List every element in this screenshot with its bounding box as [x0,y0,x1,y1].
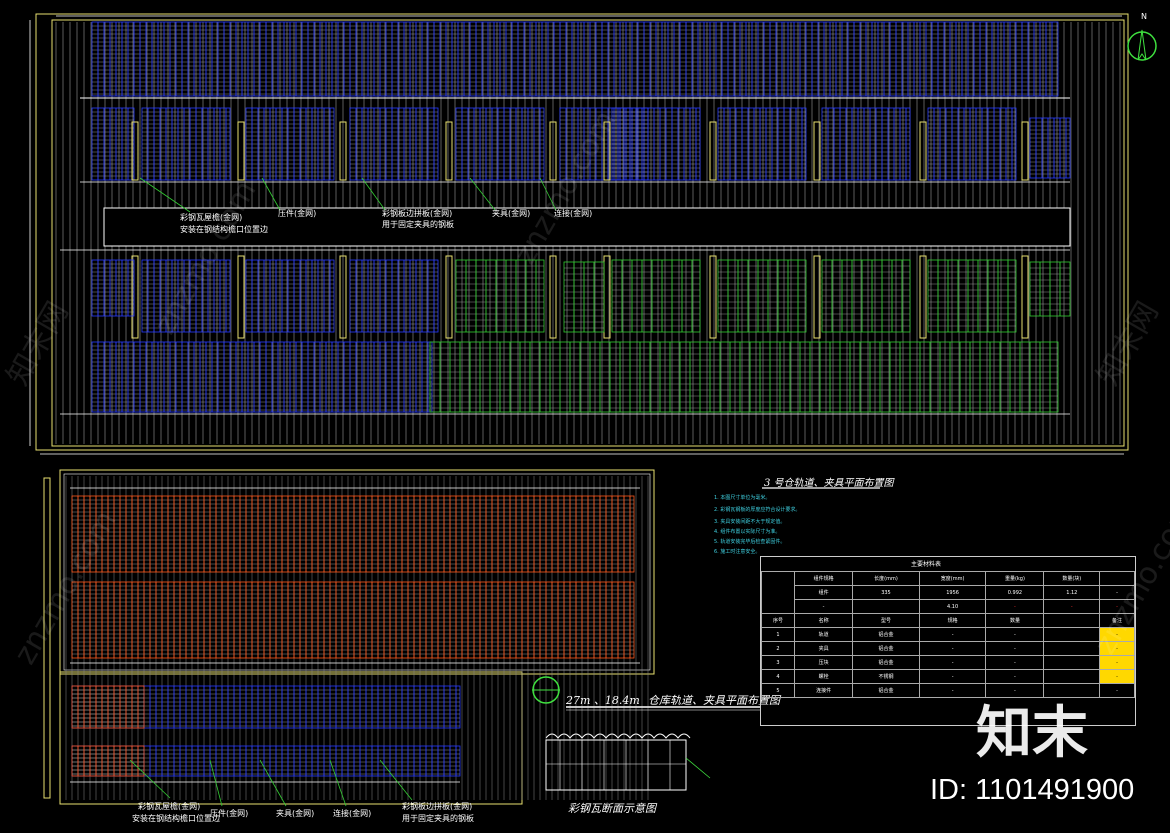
material-table-grid: 组件规格 长度(mm) 宽度(mm) 重量(kg) 数量(块) 组件 335 1… [761,571,1135,698]
note-1: 1. 本图尺寸单位为毫米。 [714,495,771,501]
table-cell [761,571,795,614]
table-cell: 夹具 [793,641,854,656]
table-cell: 铝合金 [852,683,920,698]
table-cell: 2 [761,641,795,656]
section-diagram-title: 彩钢瓦断面示意图 [568,802,656,815]
table-cell: - [985,641,1045,656]
table-cell: 5 [761,683,795,698]
table-cell [1043,669,1101,684]
bottom-annotation-1: 彩钢瓦屋檐(金网) [138,802,201,811]
table-cell: - [985,599,1045,614]
table-cell: 1.12 [1043,585,1101,600]
table-cell: - [918,627,987,642]
brand-id: ID: 1101491900 [930,774,1135,806]
bottom-annotation-4: 夹具(金网) [276,809,315,818]
table-cell: 铝合金 [852,655,920,670]
table-cell: - [985,669,1045,684]
table-cell: 4 [761,669,795,684]
top-annotation-3: 压件(金网) [278,209,317,218]
bottom-annotation-3: 压件(金网) [210,809,249,818]
table-cell: 型号 [852,613,920,628]
table-row: 1 轨道 铝合金 - - - [761,627,1135,642]
table-cell [852,599,920,614]
table-title: 主要材料表 [911,561,942,568]
north-arrow-icon [1127,29,1157,61]
table-cell: 1 [761,627,795,642]
table-cell: 0.992 [985,585,1045,600]
note-5: 5. 轨道安装完毕后检查紧固件。 [714,539,786,545]
table-cell: - [1099,669,1135,684]
table-cell: 宽度(mm) [918,571,987,586]
table-cell [1043,613,1101,628]
compass-icon [532,676,560,704]
table-cell: 序号 [761,613,795,628]
table-cell: 螺栓 [793,669,854,684]
table-cell: 1956 [918,585,987,600]
table-cell: 4.10 [918,599,987,614]
table-cell: 铝合金 [852,627,920,642]
table-cell: - [1099,683,1135,698]
table-cell: 组件规格 [793,571,854,586]
table-cell: 规格 [918,613,987,628]
table-cell: - [918,669,987,684]
table-cell: - [1043,599,1101,614]
table-cell: 压块 [793,655,854,670]
table-cell: 重量(kg) [985,571,1045,586]
table-cell: - [793,599,854,614]
top-annotation-4: 彩钢板边拼板(金网) [382,209,453,218]
table-row: 3 压块 铝合金 - - - [761,655,1135,670]
bottom-annotation-7: 用于固定夹具的钢板 [402,814,474,823]
table-cell: 轨道 [793,627,854,642]
note-4: 4. 组件布置以实际尺寸为准。 [714,529,781,535]
table-cell: 铝合金 [852,641,920,656]
bottom-annotation-6: 彩钢板边拼板(金网) [402,802,473,811]
top-annotation-5: 用于固定夹具的钢板 [382,220,454,229]
north-label: N [1141,12,1147,21]
table-cell: - [918,641,987,656]
table-cell: 数量 [985,613,1045,628]
table-cell: 不锈钢 [852,669,920,684]
table-cell: - [985,655,1045,670]
table-cell [1043,655,1101,670]
table-cell: 长度(mm) [852,571,920,586]
top-plan-drawing [29,13,1129,455]
brand-logo-text: 知末 [976,701,1088,764]
table-row: 4 螺栓 不锈钢 - - - [761,669,1135,684]
table-cell: 连接件 [793,683,854,698]
table-row: 2 夹具 铝合金 - - - [761,641,1135,656]
note-6: 6. 施工时注意安全。 [714,549,761,555]
bottom-plan-title-underline [566,706,761,711]
note-3: 3. 夹具安装间距不大于规定值。 [714,519,786,525]
table-cell: 数量(块) [1043,571,1101,586]
table-cell: 335 [852,585,920,600]
note-2: 2. 彩钢瓦钢板的厚度应符合设计要求。 [714,507,801,513]
bottom-annotation-5: 连接(金网) [333,809,372,818]
steel-tile-section-diagram [545,733,711,791]
section-title-underline [762,487,880,489]
top-annotation-6: 夹具(金网) [492,209,531,218]
table-cell: 名称 [793,613,854,628]
table-cell: - [985,627,1045,642]
table-cell: 3 [761,655,795,670]
bottom-annotation-2: 安装在钢结构檐口位置边 [132,814,220,823]
table-cell: - [918,655,987,670]
table-cell: 组件 [793,585,854,600]
